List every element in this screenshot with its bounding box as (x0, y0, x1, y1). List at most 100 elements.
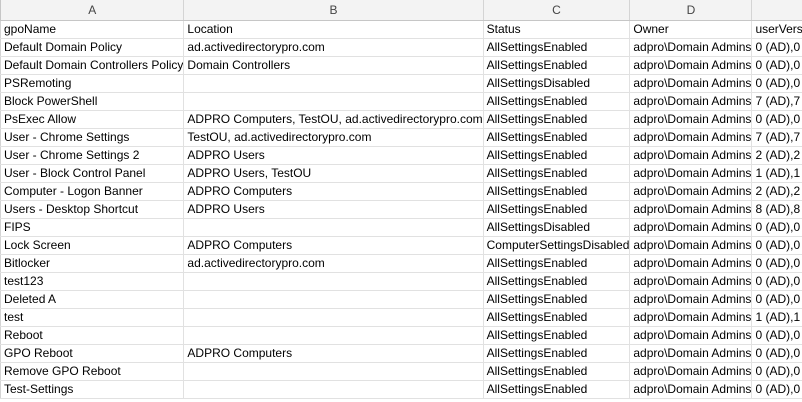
cell[interactable]: ADPRO Computers (183, 236, 484, 255)
cell[interactable] (183, 308, 484, 327)
cell[interactable]: AllSettingsDisabled (483, 74, 631, 93)
cell[interactable]: ADPRO Users (183, 146, 484, 165)
column-header-e[interactable]: E (751, 0, 802, 21)
cell[interactable]: AllSettingsDisabled (483, 218, 631, 237)
cell[interactable]: Location (183, 20, 484, 39)
cell[interactable]: ADPRO Computers, TestOU, ad.activedirect… (183, 110, 484, 129)
cell[interactable]: 7 (AD),7 (SYSVOL) (751, 92, 802, 111)
cell[interactable] (183, 218, 484, 237)
cell[interactable]: 0 (AD),0 (SYSVOL) (751, 326, 802, 345)
cell[interactable]: 0 (AD),0 (SYSVOL) (751, 344, 802, 363)
cell[interactable]: AllSettingsEnabled (483, 326, 631, 345)
cell[interactable]: adpro\Domain Admins (629, 110, 753, 129)
cell[interactable]: test (0, 308, 185, 327)
cell[interactable]: adpro\Domain Admins (629, 344, 753, 363)
cell[interactable]: gpoName (0, 20, 185, 39)
cell[interactable]: AllSettingsEnabled (483, 56, 631, 75)
cell[interactable]: AllSettingsEnabled (483, 308, 631, 327)
cell[interactable]: Status (483, 20, 631, 39)
cell[interactable]: adpro\Domain Admins (629, 74, 753, 93)
cell[interactable]: adpro\Domain Admins (629, 182, 753, 201)
cell[interactable]: AllSettingsEnabled (483, 146, 631, 165)
cell[interactable]: GPO Reboot (0, 344, 185, 363)
cell[interactable]: adpro\Domain Admins (629, 326, 753, 345)
cell[interactable]: Users - Desktop Shortcut (0, 200, 185, 219)
cell[interactable]: adpro\Domain Admins (629, 362, 753, 381)
cell[interactable]: 0 (AD),0 (SYSVOL) (751, 380, 802, 399)
cell[interactable]: TestOU, ad.activedirectorypro.com (183, 128, 484, 147)
cell[interactable]: Bitlocker (0, 254, 185, 273)
cell[interactable] (183, 326, 484, 345)
cell[interactable] (183, 74, 484, 93)
cell[interactable]: adpro\Domain Admins (629, 272, 753, 291)
cell[interactable]: Computer - Logon Banner (0, 182, 185, 201)
cell[interactable]: AllSettingsEnabled (483, 164, 631, 183)
cell[interactable]: User - Chrome Settings (0, 128, 185, 147)
cell[interactable] (183, 272, 484, 291)
column-header-c[interactable]: C (483, 0, 631, 21)
cell[interactable]: adpro\Domain Admins (629, 200, 753, 219)
cell[interactable]: Default Domain Controllers Policy (0, 56, 185, 75)
cell[interactable]: AllSettingsEnabled (483, 200, 631, 219)
cell[interactable]: AllSettingsEnabled (483, 182, 631, 201)
cell[interactable]: ad.activedirectorypro.com (183, 38, 484, 57)
cell[interactable]: ADPRO Computers (183, 344, 484, 363)
cell[interactable]: adpro\Domain Admins (629, 380, 753, 399)
cell[interactable]: User - Chrome Settings 2 (0, 146, 185, 165)
cell[interactable]: User - Block Control Panel (0, 164, 185, 183)
cell[interactable]: adpro\Domain Admins (629, 308, 753, 327)
cell[interactable]: 0 (AD),0 (SYSVOL) (751, 272, 802, 291)
cell[interactable]: adpro\Domain Admins (629, 92, 753, 111)
cell[interactable]: Lock Screen (0, 236, 185, 255)
cell[interactable]: test123 (0, 272, 185, 291)
column-header-a[interactable]: A (0, 0, 185, 21)
cell[interactable]: Domain Controllers (183, 56, 484, 75)
cell[interactable]: AllSettingsEnabled (483, 38, 631, 57)
cell[interactable]: 0 (AD),0 (SYSVOL) (751, 236, 802, 255)
cell[interactable] (183, 290, 484, 309)
cell[interactable]: AllSettingsEnabled (483, 110, 631, 129)
cell[interactable]: ComputerSettingsDisabled (483, 236, 631, 255)
cell[interactable]: Remove GPO Reboot (0, 362, 185, 381)
cell[interactable]: AllSettingsEnabled (483, 92, 631, 111)
cell[interactable]: ad.activedirectorypro.com (183, 254, 484, 273)
cell[interactable]: 0 (AD),0 (SYSVOL) (751, 254, 802, 273)
cell[interactable]: ADPRO Users (183, 200, 484, 219)
cell[interactable]: adpro\Domain Admins (629, 290, 753, 309)
cell[interactable]: userVersion (751, 20, 802, 39)
cell[interactable]: AllSettingsEnabled (483, 128, 631, 147)
cell[interactable]: ADPRO Computers (183, 182, 484, 201)
cell[interactable]: 1 (AD),1 (SYSVOL) (751, 308, 802, 327)
cell[interactable] (183, 92, 484, 111)
cell[interactable]: 2 (AD),2 (SYSVOL) (751, 146, 802, 165)
cell[interactable]: AllSettingsEnabled (483, 380, 631, 399)
cell[interactable]: PsExec Allow (0, 110, 185, 129)
cell[interactable]: adpro\Domain Admins (629, 218, 753, 237)
cell[interactable]: AllSettingsEnabled (483, 290, 631, 309)
cell[interactable]: Reboot (0, 326, 185, 345)
cell[interactable]: Block PowerShell (0, 92, 185, 111)
cell[interactable]: 1 (AD),1 (SYSVOL) (751, 164, 802, 183)
cell[interactable]: adpro\Domain Admins (629, 128, 753, 147)
cell[interactable]: 0 (AD),0 (SYSVOL) (751, 218, 802, 237)
cell[interactable]: adpro\Domain Admins (629, 164, 753, 183)
cell[interactable]: PSRemoting (0, 74, 185, 93)
cell[interactable]: AllSettingsEnabled (483, 344, 631, 363)
column-header-d[interactable]: D (629, 0, 753, 21)
cell[interactable]: 0 (AD),0 (SYSVOL) (751, 290, 802, 309)
cell[interactable] (183, 362, 484, 381)
column-header-b[interactable]: B (183, 0, 484, 21)
cell[interactable]: adpro\Domain Admins (629, 254, 753, 273)
cell[interactable]: AllSettingsEnabled (483, 362, 631, 381)
cell[interactable]: 8 (AD),8 (SYSVOL) (751, 200, 802, 219)
cell[interactable]: adpro\Domain Admins (629, 38, 753, 57)
select-all-corner[interactable] (0, 0, 1, 21)
cell[interactable]: adpro\Domain Admins (629, 236, 753, 255)
cell[interactable]: 0 (AD),0 (SYSVOL) (751, 74, 802, 93)
cell[interactable]: FIPS (0, 218, 185, 237)
cell[interactable] (183, 380, 484, 399)
cell[interactable]: 0 (AD),0 (SYSVOL) (751, 56, 802, 75)
cell[interactable]: 0 (AD),0 (SYSVOL) (751, 362, 802, 381)
cell[interactable]: 2 (AD),2 (SYSVOL) (751, 182, 802, 201)
cell[interactable]: Default Domain Policy (0, 38, 185, 57)
